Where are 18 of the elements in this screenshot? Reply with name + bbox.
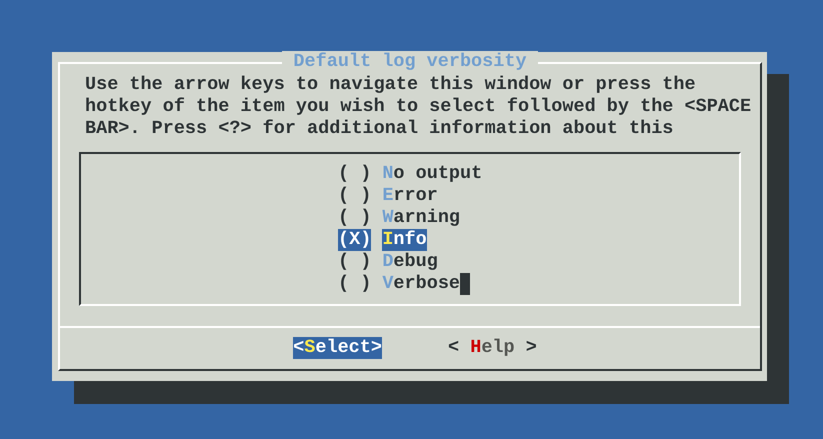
- radio-button[interactable]: ( ): [338, 185, 372, 207]
- radio-button[interactable]: ( ): [338, 251, 372, 273]
- option-label[interactable]: No output: [382, 163, 482, 185]
- option-label[interactable]: Verbose: [382, 273, 460, 295]
- radio-button[interactable]: ( ): [338, 163, 372, 185]
- select-button[interactable]: <Select>: [293, 337, 382, 359]
- option-label[interactable]: Error: [382, 185, 438, 207]
- help-button[interactable]: < Help >: [448, 337, 537, 359]
- dialog-title: Default log verbosity: [282, 51, 538, 73]
- option-label[interactable]: Debug: [382, 251, 438, 273]
- radio-button[interactable]: ( ): [338, 207, 372, 229]
- option-label[interactable]: Warning: [382, 207, 460, 229]
- radio-button[interactable]: (X): [338, 229, 372, 251]
- instruction-text: hotkey of the item you wish to select followed by the <SPACE: [85, 96, 752, 118]
- instruction-text: BAR>. Press <?> for additional information about this: [85, 118, 674, 140]
- option-label[interactable]: Info: [382, 229, 427, 251]
- instruction-text: Use the arrow keys to navigate this window or press the: [85, 74, 697, 96]
- radio-button[interactable]: ( ): [338, 273, 372, 295]
